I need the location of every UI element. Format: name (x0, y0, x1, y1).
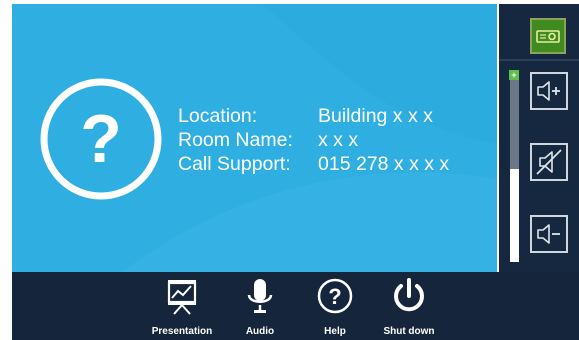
help-icon: ? (315, 276, 355, 316)
support-value: 015 278 x x x x (318, 153, 450, 175)
nav-help-label: Help (324, 326, 346, 337)
nav-shutdown-label: Shut down (383, 326, 435, 337)
room-info: Location: Building x x x Room Name: x x … (178, 104, 449, 176)
volume-slider[interactable] (510, 76, 519, 262)
presentation-icon (162, 276, 202, 316)
support-row: Call Support: 015 278 x x x x (178, 152, 449, 176)
projector-button[interactable] (530, 18, 566, 54)
side-divider (499, 59, 579, 61)
nav-presentation-label: Presentation (151, 326, 213, 337)
volume-up-icon (537, 81, 560, 101)
side-controls: + (499, 4, 579, 272)
mute-icon (536, 149, 562, 175)
svg-text:?: ? (328, 284, 341, 309)
nav-presentation[interactable]: Presentation (142, 276, 222, 338)
nav-help[interactable]: ? Help (295, 276, 375, 338)
bottom-nav: Presentation Audio ? Help Shut down (12, 272, 579, 340)
power-icon (389, 276, 429, 316)
svg-text:?: ? (80, 101, 122, 177)
volume-level-fill (510, 169, 519, 262)
volume-up-button[interactable] (530, 72, 568, 110)
location-label: Location: (178, 105, 258, 127)
location-value: Building x x x (318, 105, 433, 127)
nav-audio[interactable]: Audio (220, 276, 300, 338)
volume-down-button[interactable] (530, 215, 568, 253)
room-label: Room Name: (178, 129, 293, 151)
volume-down-icon (537, 224, 560, 244)
volume-max-marker: + (509, 70, 519, 80)
room-value: x x x (318, 129, 359, 151)
microphone-icon (240, 276, 280, 316)
mute-button[interactable] (530, 143, 568, 181)
info-screen: ? Location: Building x x x Room Name: x … (12, 4, 497, 272)
projector-icon (536, 30, 560, 43)
question-circle-icon: ? (40, 78, 162, 200)
control-panel: ? Location: Building x x x Room Name: x … (12, 4, 579, 340)
nav-shutdown[interactable]: Shut down (369, 276, 449, 338)
support-label: Call Support: (178, 153, 291, 175)
room-row: Room Name: x x x (178, 128, 449, 152)
location-row: Location: Building x x x (178, 104, 449, 128)
nav-audio-label: Audio (245, 326, 275, 337)
